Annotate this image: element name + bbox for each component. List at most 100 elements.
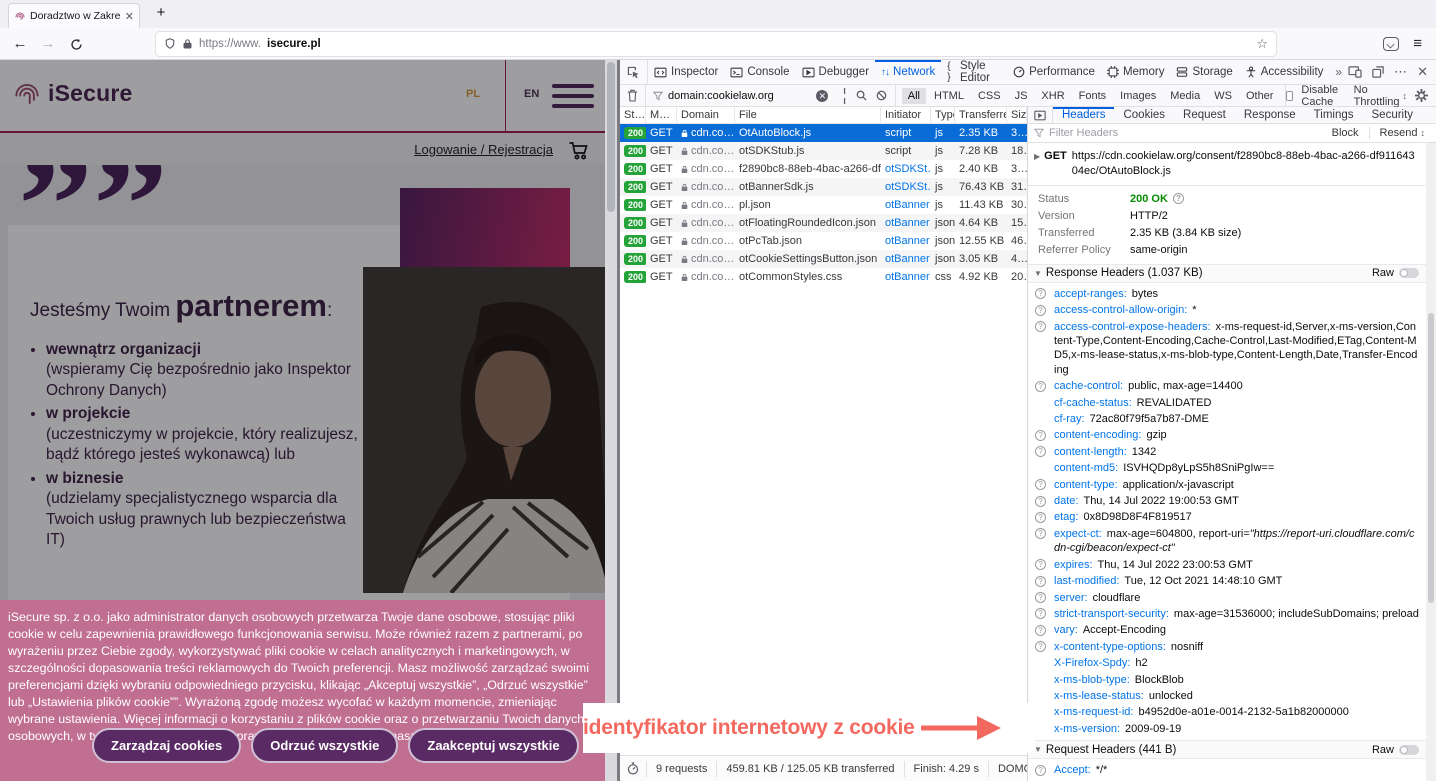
new-tab-button[interactable]: +: [150, 4, 172, 21]
scrollbar-thumb[interactable]: [1428, 313, 1434, 603]
type-filter-images[interactable]: Images: [1114, 88, 1162, 104]
header-info-icon[interactable]: ?: [1035, 381, 1046, 392]
header-row-strict-transport-security[interactable]: ? strict-transport-security:max-age=3153…: [1028, 606, 1423, 622]
column-header[interactable]: Domain: [677, 107, 735, 123]
details-scrollbar[interactable]: [1426, 143, 1436, 781]
devtools-meatball-menu-icon[interactable]: ⋯: [1394, 64, 1407, 80]
status-info-icon[interactable]: ?: [1173, 193, 1184, 204]
header-info-icon[interactable]: ?: [1035, 446, 1046, 457]
devtools-tab-memory[interactable]: Memory: [1101, 60, 1171, 84]
devtools-tab-inspector[interactable]: Inspector: [648, 60, 724, 84]
cookie-banner-button[interactable]: Zarządzaj cookies: [92, 728, 241, 763]
request-row[interactable]: 200 GET cdn.co… otBannerSdk.js otSDKSt… …: [620, 178, 1027, 196]
lock-icon[interactable]: [182, 38, 193, 50]
cookie-banner-button[interactable]: Odrzuć wszystkie: [251, 728, 398, 763]
header-row-cache-control[interactable]: ? cache-control:public, max-age=14400: [1028, 378, 1423, 394]
type-filter-ws[interactable]: WS: [1208, 88, 1238, 104]
tab-close-icon[interactable]: ✕: [125, 10, 134, 23]
column-header[interactable]: File: [735, 107, 881, 123]
details-tab-request[interactable]: Request: [1174, 107, 1235, 123]
header-row-expires[interactable]: ? expires:Thu, 14 Jul 2022 23:00:53 GMT: [1028, 557, 1423, 573]
collapse-triangle-icon[interactable]: ▼: [1034, 745, 1042, 754]
column-header[interactable]: Transferred: [955, 107, 1007, 123]
request-row[interactable]: 200 GET cdn.co… OtAutoBlock.js script js…: [620, 124, 1027, 142]
header-row-access-control-expose-headers[interactable]: ? access-control-expose-headers:x-ms-req…: [1028, 319, 1423, 379]
header-info-icon[interactable]: ?: [1035, 641, 1046, 652]
search-icon[interactable]: [856, 90, 867, 101]
request-row[interactable]: 200 GET cdn.co… otFloatingRoundedIcon.js…: [620, 214, 1027, 232]
request-row[interactable]: 200 GET cdn.co… f2890bc8-88eb-4bac-a266-…: [620, 160, 1027, 178]
header-row-etag[interactable]: ? etag:0x8D98D8F4F819517: [1028, 509, 1423, 525]
devtools-tab-console[interactable]: Console: [724, 60, 795, 84]
tracking-shield-icon[interactable]: [164, 37, 176, 50]
raw-toggle[interactable]: Raw: [1372, 744, 1419, 756]
type-filter-other[interactable]: Other: [1240, 88, 1280, 104]
header-row-x-content-type-options[interactable]: ? x-content-type-options:nosniff: [1028, 639, 1423, 655]
devtools-tab-network[interactable]: ↑↓Network: [875, 60, 941, 84]
raw-toggle[interactable]: Raw: [1372, 267, 1419, 279]
header-info-icon[interactable]: ?: [1035, 576, 1046, 587]
header-row-accept-ranges[interactable]: ? accept-ranges:bytes: [1028, 286, 1423, 302]
header-info-icon[interactable]: ?: [1035, 430, 1046, 441]
header-info-icon[interactable]: ?: [1035, 625, 1046, 636]
header-row-x-ms-request-id[interactable]: ? x-ms-request-id:b4952d0e-a01e-0014-213…: [1028, 704, 1423, 720]
header-row-last-modified[interactable]: ? last-modified:Tue, 12 Oct 2021 14:48:1…: [1028, 573, 1423, 589]
header-info-icon[interactable]: ?: [1035, 608, 1046, 619]
type-filter-all[interactable]: All: [902, 88, 926, 104]
header-info-icon[interactable]: ?: [1035, 512, 1046, 523]
browser-tab[interactable]: Doradztwo w Zakresie Ochrony Dany ✕: [8, 3, 140, 28]
request-row[interactable]: 200 GET cdn.co… pl.json otBanner… js 11.…: [620, 196, 1027, 214]
type-filter-xhr[interactable]: XHR: [1035, 88, 1070, 104]
header-row-x-firefox-spdy[interactable]: ? X-Firefox-Spdy:h2: [1028, 655, 1423, 671]
disable-cache-checkbox[interactable]: [1286, 91, 1293, 101]
bookmark-star-icon[interactable]: ☆: [1256, 36, 1268, 52]
url-bar[interactable]: https://www.isecure.pl ☆: [156, 32, 1276, 56]
header-row-x-ms-version[interactable]: ? x-ms-version:2009-09-19: [1028, 721, 1423, 737]
devtools-tab-storage[interactable]: Storage: [1170, 60, 1238, 84]
disclosure-triangle-icon[interactable]: ▶: [1034, 151, 1040, 180]
header-info-icon[interactable]: ?: [1035, 496, 1046, 507]
header-row-server[interactable]: ? server:cloudflare: [1028, 590, 1423, 606]
responsive-design-icon[interactable]: [1348, 66, 1362, 78]
header-row-vary[interactable]: ? vary:Accept-Encoding: [1028, 622, 1423, 638]
block-request-icon[interactable]: [876, 90, 887, 101]
devtools-tab-accessibility[interactable]: Accessibility: [1239, 60, 1330, 84]
scrollbar-thumb[interactable]: [607, 62, 615, 212]
pick-element-icon[interactable]: [620, 60, 648, 84]
type-filter-html[interactable]: HTML: [928, 88, 970, 104]
devtools-tab-performance[interactable]: Performance: [1007, 60, 1101, 84]
request-row[interactable]: 200 GET cdn.co… otCommonStyles.css otBan…: [620, 268, 1027, 286]
type-filter-js[interactable]: JS: [1009, 88, 1034, 104]
header-row-accept[interactable]: ? Accept:*/*: [1028, 762, 1423, 778]
pocket-icon[interactable]: [1383, 37, 1399, 51]
header-row-content-encoding[interactable]: ? content-encoding:gzip: [1028, 427, 1423, 443]
request-row[interactable]: 200 GET cdn.co… otSDKStub.js script js 7…: [620, 142, 1027, 160]
browser-menu-icon[interactable]: ≡: [1413, 35, 1422, 52]
more-tools-chevron[interactable]: »: [1329, 60, 1348, 84]
details-tab-response[interactable]: Response: [1235, 107, 1305, 123]
header-info-icon[interactable]: ?: [1035, 288, 1046, 299]
type-filter-css[interactable]: CSS: [972, 88, 1007, 104]
header-info-icon[interactable]: ?: [1035, 592, 1046, 603]
raw-toggle-switch[interactable]: [1399, 745, 1419, 755]
resend-button[interactable]: Resend ↕: [1375, 127, 1430, 139]
sidebar-toggle-icon[interactable]: [1028, 107, 1053, 123]
type-filter-media[interactable]: Media: [1164, 88, 1206, 104]
details-tab-security[interactable]: Security: [1363, 107, 1423, 123]
header-info-icon[interactable]: ?: [1035, 479, 1046, 490]
column-header[interactable]: Type: [931, 107, 955, 123]
type-filter-fonts[interactable]: Fonts: [1073, 88, 1113, 104]
header-row-access-control-allow-origin[interactable]: ? access-control-allow-origin:*: [1028, 302, 1423, 318]
collapse-triangle-icon[interactable]: ▼: [1034, 269, 1042, 278]
request-row[interactable]: 200 GET cdn.co… otPcTab.json otBanner… j…: [620, 232, 1027, 250]
header-row-content-type[interactable]: ? content-type:application/x-javascript: [1028, 477, 1423, 493]
header-row-x-ms-lease-status[interactable]: ? x-ms-lease-status:unlocked: [1028, 688, 1423, 704]
throttling-dropdown[interactable]: No Throttling↕: [1354, 84, 1407, 108]
request-filter-input[interactable]: domain:cookielaw.org ✕: [646, 90, 835, 102]
block-url-button[interactable]: Block: [1327, 127, 1364, 139]
reload-button[interactable]: [62, 36, 90, 51]
column-header[interactable]: St…: [620, 107, 646, 123]
header-row-content-length[interactable]: ? content-length:1342: [1028, 444, 1423, 460]
header-row-expect-ct[interactable]: ? expect-ct:max-age=604800, report-uri="…: [1028, 526, 1423, 557]
cookie-banner-button[interactable]: Zaakceptuj wszystkie: [408, 728, 578, 763]
